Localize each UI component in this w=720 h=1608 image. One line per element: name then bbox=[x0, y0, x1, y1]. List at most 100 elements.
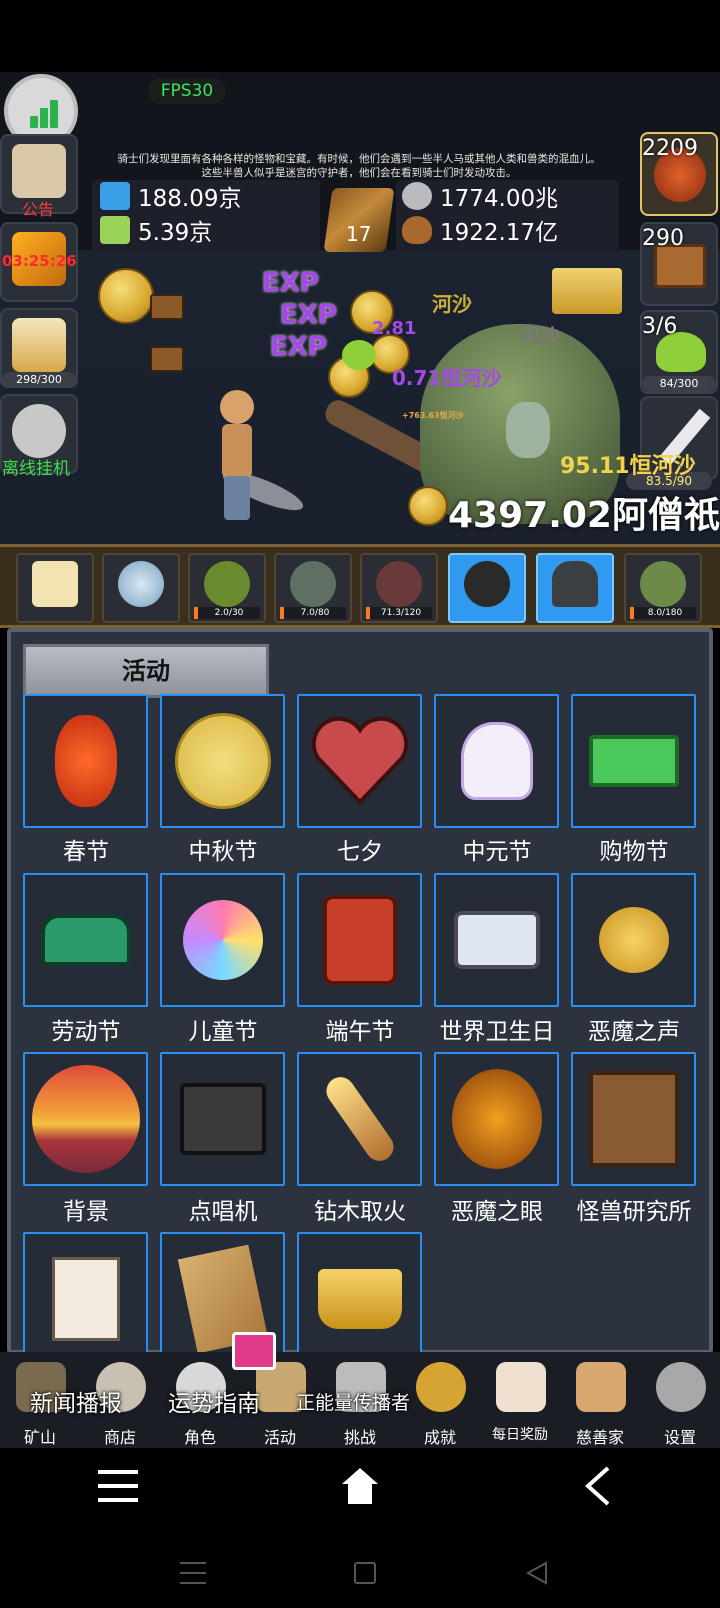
gold-coin-icon bbox=[408, 486, 448, 526]
tile-label: 怪兽研究所 bbox=[576, 1199, 692, 1225]
green-potion-resource[interactable]: 5.39京 bbox=[100, 214, 212, 246]
crown-icon bbox=[317, 1269, 402, 1329]
home-icon[interactable] bbox=[338, 1464, 382, 1508]
total-gold: 4397.02阿僧祇 bbox=[448, 495, 720, 536]
damage-popup: 河沙 bbox=[432, 292, 472, 316]
monster-slot-reaper[interactable] bbox=[536, 553, 614, 623]
tile-label: 背景 bbox=[63, 1199, 109, 1225]
monster-slot-candle[interactable] bbox=[16, 553, 94, 623]
exp-popup: EXP bbox=[270, 332, 327, 362]
tile-label: 中元节 bbox=[462, 839, 532, 865]
activity-childrens-day[interactable] bbox=[160, 873, 285, 1007]
tile-label: 端午节 bbox=[325, 1019, 395, 1045]
activity-monster-lab[interactable] bbox=[571, 1052, 696, 1186]
menu-icon[interactable] bbox=[98, 1470, 138, 1502]
back-triangle-icon[interactable] bbox=[524, 1560, 550, 1586]
ambulance-icon bbox=[453, 911, 540, 969]
key-icon bbox=[12, 404, 66, 458]
orc-icon bbox=[640, 561, 686, 607]
recent-apps-icon[interactable] bbox=[180, 1562, 206, 1584]
exp-popup: EXP bbox=[280, 300, 337, 330]
activity-crown[interactable] bbox=[297, 1232, 422, 1366]
sunset-icon bbox=[31, 1065, 140, 1173]
monster-slot-slime[interactable]: 2.0/30 bbox=[188, 553, 266, 623]
damage-popup: 2.81 bbox=[372, 318, 417, 339]
slime-monster-icon bbox=[204, 561, 250, 607]
tile-label: 七夕 bbox=[337, 839, 383, 865]
home-square-icon[interactable] bbox=[354, 1562, 376, 1584]
news-ticker-item[interactable]: 正能量传播者 bbox=[296, 1388, 410, 1415]
tile-label: 春节 bbox=[63, 839, 109, 865]
activity-labor-day[interactable] bbox=[23, 873, 148, 1007]
activity-fire-drill[interactable] bbox=[297, 1052, 422, 1186]
blue-potion-icon bbox=[100, 182, 130, 210]
silver-coin-resource[interactable]: 1774.00兆 bbox=[402, 180, 558, 212]
timer-label: 03:25:26 bbox=[2, 252, 77, 270]
tile-label: 劳动节 bbox=[51, 1019, 121, 1045]
back-icon[interactable] bbox=[584, 1466, 612, 1506]
egg-icon bbox=[118, 561, 164, 607]
offline-label: 离线挂机 bbox=[2, 459, 70, 479]
chest-count: 290 bbox=[642, 226, 684, 251]
activity-demon-eye[interactable] bbox=[434, 1052, 559, 1186]
spider-icon bbox=[464, 561, 510, 607]
small-damage-popup: +763.63恒河沙 bbox=[402, 411, 464, 420]
gold-bar-icon bbox=[552, 268, 622, 314]
activity-background[interactable] bbox=[23, 1052, 148, 1186]
beer-progress: 298/300 bbox=[2, 372, 76, 388]
nav-philanthropist[interactable]: 慈善家 bbox=[560, 1352, 640, 1448]
monster-slot-orc[interactable]: 8.0/180 bbox=[624, 553, 702, 623]
monster-slot-egg[interactable] bbox=[102, 553, 180, 623]
exp-popup: EXP bbox=[262, 268, 319, 298]
heart-message-icon[interactable] bbox=[232, 1332, 276, 1370]
tile-label: 恶魔之声 bbox=[588, 1019, 680, 1045]
monster-slot-spider[interactable] bbox=[448, 553, 526, 623]
potion-count: 2209 bbox=[642, 136, 698, 161]
news-ticker-item[interactable]: 运势指南 bbox=[168, 1384, 260, 1418]
slime-progress: 84/300 bbox=[642, 376, 716, 392]
green-potion-icon bbox=[100, 216, 130, 244]
slime-drop-icon bbox=[342, 340, 376, 370]
monster-selector: 2.0/30 7.0/80 71.3/120 8.0/180 bbox=[0, 544, 720, 628]
ghost-icon bbox=[460, 722, 533, 800]
candle-icon bbox=[32, 561, 78, 607]
activity-papers[interactable] bbox=[23, 1232, 148, 1366]
activity-jukebox[interactable] bbox=[160, 1052, 285, 1186]
blue-potion-resource[interactable]: 188.09京 bbox=[100, 180, 241, 212]
activity-world-health-day[interactable] bbox=[434, 873, 559, 1007]
notice-label: 公告 bbox=[22, 200, 55, 219]
signal-bars-icon bbox=[30, 100, 60, 128]
activity-mid-autumn[interactable] bbox=[160, 694, 285, 828]
nav-achievement[interactable]: 成就 bbox=[400, 1352, 480, 1448]
beer-mug-icon bbox=[12, 318, 66, 372]
nav-daily-reward[interactable]: 每日奖励 bbox=[480, 1352, 560, 1448]
lollipop-icon bbox=[182, 900, 263, 980]
game-scene[interactable]: FPS30 骑士们发现里面有各种各样的怪物和宝藏。有时候，他们会遇到一些半人马或… bbox=[0, 72, 720, 544]
news-ticker-item[interactable]: 新闻播报 bbox=[30, 1384, 122, 1418]
moon-icon bbox=[174, 713, 271, 809]
scroll-icon bbox=[12, 144, 66, 198]
activity-dragon-boat[interactable] bbox=[297, 873, 422, 1007]
nut-resource[interactable]: 1922.17亿 bbox=[402, 214, 558, 246]
hero-character bbox=[214, 390, 260, 520]
activity-ghost-festival[interactable] bbox=[434, 694, 559, 828]
monster-slot-zombie[interactable]: 7.0/80 bbox=[274, 553, 352, 623]
tile-label: 点唱机 bbox=[188, 1199, 258, 1225]
activity-spring-festival[interactable] bbox=[23, 694, 148, 828]
torch-stick-icon bbox=[320, 1071, 399, 1167]
activity-shopping-festival[interactable] bbox=[571, 694, 696, 828]
tile-label: 世界卫生日 bbox=[439, 1019, 555, 1045]
key-coin-icon[interactable] bbox=[98, 268, 154, 324]
activity-demon-voice[interactable] bbox=[571, 873, 696, 1007]
monster-slot-bat[interactable]: 71.3/120 bbox=[360, 553, 438, 623]
cassette-icon bbox=[179, 1083, 266, 1155]
activity-qixi[interactable] bbox=[297, 694, 422, 828]
nav-settings[interactable]: 设置 bbox=[640, 1352, 720, 1448]
envelope-icon bbox=[496, 1362, 546, 1412]
story-text: 骑士们发现里面有各种各样的怪物和宝藏。有时候，他们会遇到一些半人马或其他人类和兽… bbox=[117, 153, 601, 179]
tile-label: 钻木取火 bbox=[314, 1199, 406, 1225]
lantern-icon bbox=[54, 715, 117, 807]
tile-label: 购物节 bbox=[599, 839, 669, 865]
system-gesture-bar bbox=[0, 1520, 720, 1608]
damage-popup: 0.71恒河沙 bbox=[392, 366, 502, 390]
